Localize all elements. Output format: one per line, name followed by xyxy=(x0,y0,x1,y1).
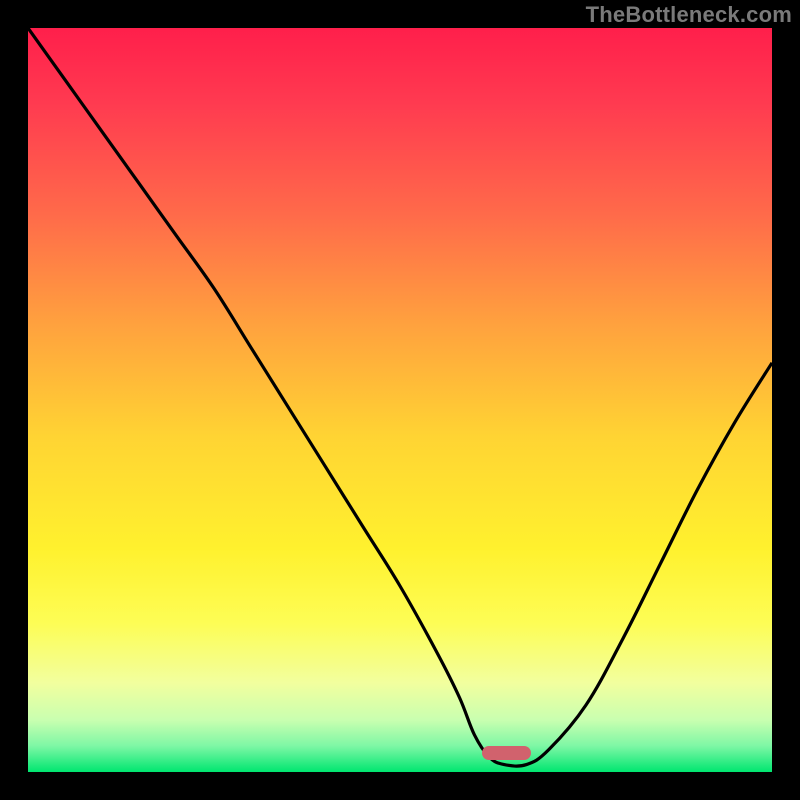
curve-path xyxy=(28,28,772,766)
watermark-text: TheBottleneck.com xyxy=(586,2,792,28)
bottleneck-curve xyxy=(28,28,772,772)
optimal-range-marker xyxy=(482,746,531,760)
chart-frame: TheBottleneck.com xyxy=(0,0,800,800)
plot-area xyxy=(28,28,772,772)
